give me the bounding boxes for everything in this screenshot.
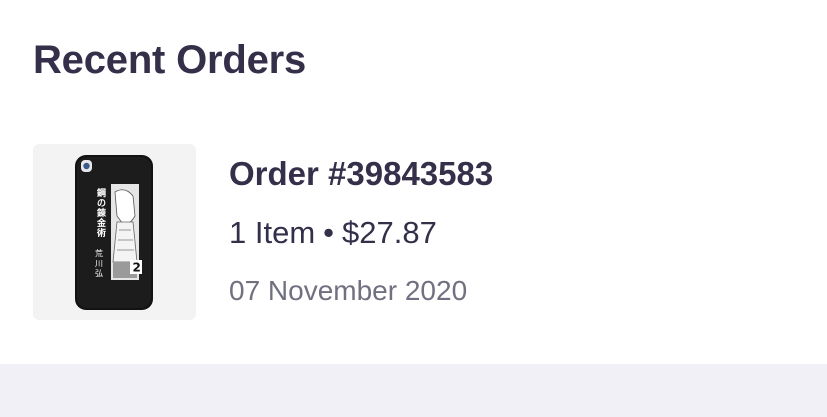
thumb-title-char-3: 錬 — [97, 207, 107, 219]
footer-band — [0, 364, 827, 417]
order-date: 07 November 2020 — [229, 275, 468, 306]
thumb-title-char-4: 金 — [96, 217, 107, 229]
thumb-volume-number: 2 — [133, 261, 141, 275]
bullet-separator: • — [323, 215, 335, 250]
thumb-author-char-2: 川 — [95, 259, 103, 268]
order-number[interactable]: Order #39843583 — [229, 154, 493, 194]
section-title: Recent Orders — [33, 38, 307, 82]
order-total: $27.87 — [342, 215, 437, 250]
order-card[interactable]: 鋼 の 錬 金 術 2 荒 川 弘 Order #39843583 1 Item… — [33, 144, 793, 320]
thumb-author-char-1: 荒 — [95, 248, 103, 258]
thumb-title-char-2: の — [97, 198, 106, 209]
phone-case-image: 鋼 の 錬 金 術 2 荒 川 弘 — [75, 155, 153, 310]
product-thumbnail[interactable]: 鋼 の 錬 金 術 2 荒 川 弘 — [33, 144, 196, 320]
thumb-author-char-3: 弘 — [95, 269, 103, 278]
thumb-title-char-5: 術 — [96, 227, 106, 239]
recent-orders-page: Recent Orders 鋼 の 錬 金 術 2 荒 川 弘 Order #3… — [0, 0, 827, 417]
order-item-count: 1 Item — [229, 215, 316, 250]
order-summary: 1 Item • $27.87 — [229, 213, 437, 253]
thumb-title-char-1: 鋼 — [96, 187, 106, 199]
